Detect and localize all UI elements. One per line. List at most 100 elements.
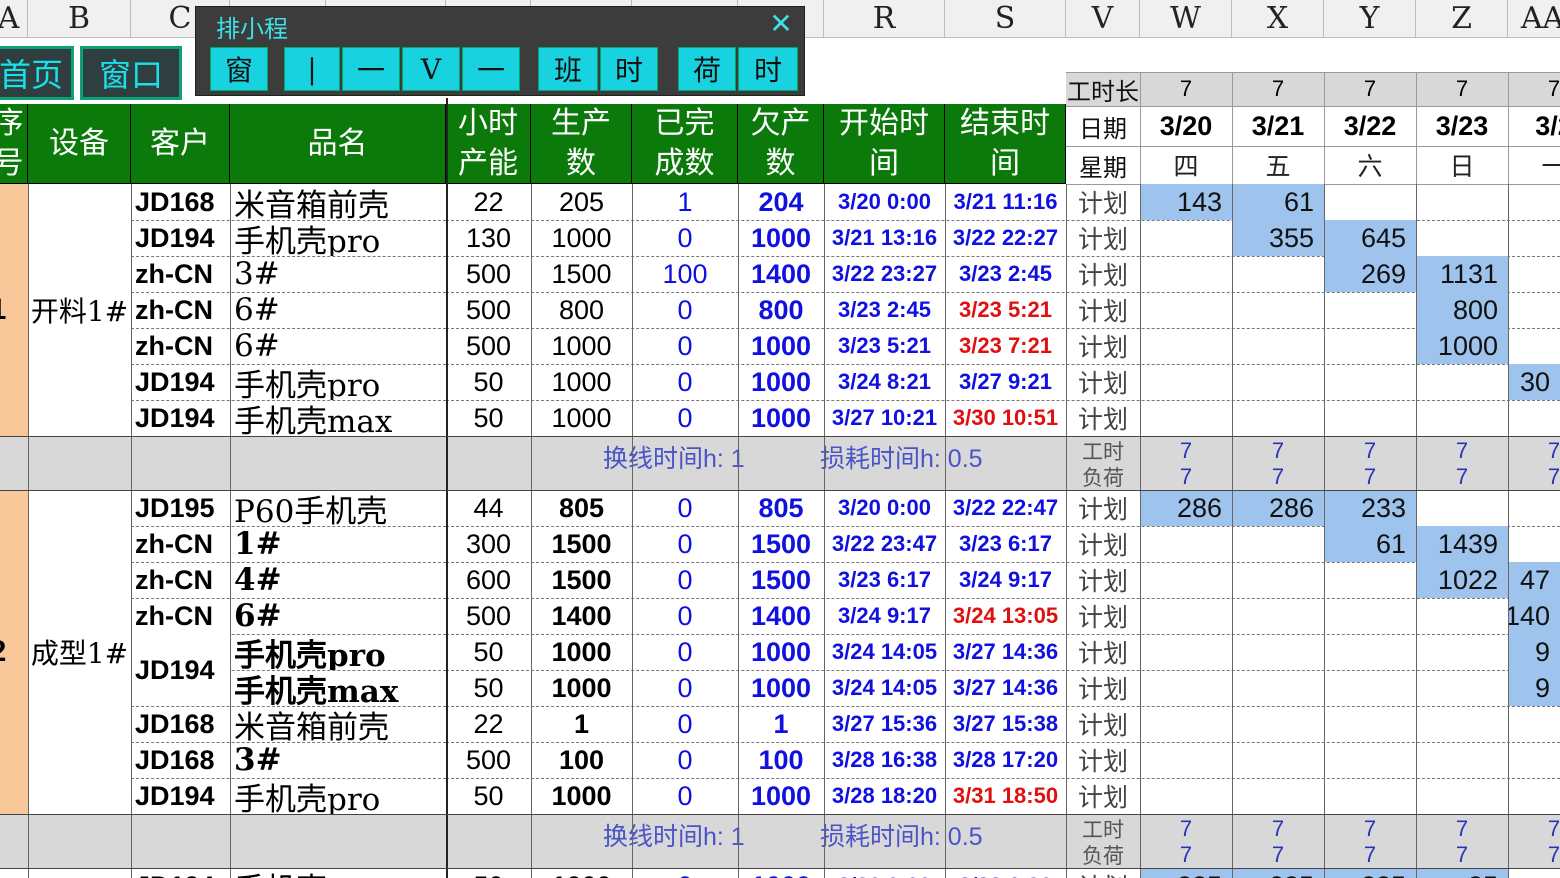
owed-qty[interactable]: 1000 — [738, 670, 824, 706]
customer-code[interactable]: JD194 — [131, 400, 230, 436]
header-cap[interactable]: 小时 产能 — [446, 104, 531, 184]
customer-code[interactable]: JD194 — [131, 364, 230, 400]
product-name[interactable]: 手机壳pro — [230, 220, 446, 257]
hourly-capacity[interactable]: 500 — [446, 598, 531, 634]
production-qty[interactable]: 805 — [531, 490, 632, 526]
schedule-cell[interactable] — [1232, 670, 1324, 706]
schedule-cell[interactable]: 140 — [1508, 598, 1560, 634]
product-name[interactable]: 手机壳 — [230, 868, 446, 878]
hourly-capacity[interactable]: 44 — [446, 490, 531, 526]
schedule-cell[interactable]: 235 — [1324, 868, 1416, 878]
production-qty[interactable]: 1000 — [531, 364, 632, 400]
start-time[interactable]: 3/27 15:36 — [824, 706, 945, 742]
completed-qty[interactable]: 0 — [632, 292, 738, 328]
schedule-cell[interactable] — [1508, 868, 1560, 878]
schedule-cell[interactable] — [1324, 400, 1416, 436]
production-qty[interactable]: 100 — [531, 742, 632, 778]
schedule-cell[interactable] — [1324, 778, 1416, 814]
hourly-capacity[interactable]: 50 — [446, 364, 531, 400]
schedule-cell[interactable] — [1416, 220, 1508, 256]
schedule-cell[interactable]: 355 — [1232, 220, 1324, 256]
completed-qty[interactable]: 0 — [632, 490, 738, 526]
product-name[interactable]: 手机壳pro — [230, 778, 446, 815]
toolbar-button-dash1[interactable]: 一 — [342, 47, 400, 91]
completed-qty[interactable]: 0 — [632, 328, 738, 364]
schedule-cell[interactable] — [1508, 490, 1560, 526]
schedule-cell[interactable] — [1140, 742, 1232, 778]
hourly-capacity[interactable]: 22 — [446, 184, 531, 220]
hourly-capacity[interactable]: 500 — [446, 328, 531, 364]
owed-qty[interactable]: 1000 — [738, 778, 824, 814]
header-owe[interactable]: 欠产数 — [738, 104, 824, 184]
schedule-cell[interactable] — [1232, 292, 1324, 328]
schedule-cell[interactable] — [1324, 364, 1416, 400]
schedule-cell[interactable]: 47 — [1508, 562, 1560, 598]
production-qty[interactable]: 1500 — [531, 562, 632, 598]
end-time[interactable]: 3/21 11:16 — [945, 184, 1066, 220]
customer-code[interactable]: JD195 — [131, 490, 230, 526]
toolbar-button-shift[interactable]: 班 — [538, 47, 598, 91]
production-qty[interactable]: 1000 — [531, 634, 632, 670]
product-name[interactable]: 手机壳max — [230, 670, 446, 707]
column-header-v[interactable]: V — [1066, 0, 1140, 38]
product-name[interactable]: 3# — [230, 742, 446, 778]
end-time[interactable]: 3/27 14:36 — [945, 634, 1066, 670]
customer-code[interactable]: zh-CN — [131, 562, 230, 598]
end-time[interactable]: 3/30 10:51 — [945, 400, 1066, 436]
schedule-cell[interactable] — [1508, 400, 1560, 436]
schedule-cell[interactable] — [1140, 706, 1232, 742]
completed-qty[interactable]: 0 — [632, 220, 738, 256]
customer-code[interactable]: JD168 — [131, 706, 230, 742]
end-time[interactable]: 3/24 9:17 — [945, 562, 1066, 598]
end-time[interactable]: 3/27 14:36 — [945, 670, 1066, 706]
customer-code[interactable]: zh-CN — [131, 328, 230, 364]
end-time[interactable]: 3/31 18:50 — [945, 778, 1066, 814]
schedule-cell[interactable]: 235 — [1232, 868, 1324, 878]
product-name[interactable]: P60手机壳 — [230, 490, 446, 527]
customer-code[interactable]: zh-CN — [131, 526, 230, 562]
schedule-cell[interactable]: 61 — [1232, 184, 1324, 220]
end-time[interactable]: 3/22 22:27 — [945, 220, 1066, 256]
end-time[interactable]: 3/27 15:38 — [945, 706, 1066, 742]
schedule-cell[interactable] — [1140, 328, 1232, 364]
schedule-cell[interactable] — [1324, 742, 1416, 778]
schedule-cell[interactable] — [1508, 526, 1560, 562]
completed-qty[interactable]: 0 — [632, 634, 738, 670]
owed-qty[interactable]: 1500 — [738, 526, 824, 562]
customer-code[interactable]: JD168 — [131, 184, 230, 220]
production-qty[interactable]: 1000 — [531, 868, 632, 878]
product-name[interactable]: 4# — [230, 562, 446, 598]
production-qty[interactable]: 1 — [531, 706, 632, 742]
schedule-cell[interactable] — [1140, 220, 1232, 256]
production-qty[interactable]: 1400 — [531, 598, 632, 634]
schedule-cell[interactable] — [1232, 778, 1324, 814]
customer-code[interactable]: zh-CN — [131, 292, 230, 328]
schedule-cell[interactable] — [1324, 706, 1416, 742]
schedule-cell[interactable]: 286 — [1140, 490, 1232, 526]
column-header-x[interactable]: X — [1232, 0, 1324, 38]
schedule-cell[interactable] — [1232, 634, 1324, 670]
schedule-cell[interactable] — [1140, 634, 1232, 670]
schedule-cell[interactable]: 1131 — [1416, 256, 1508, 292]
schedule-cell[interactable] — [1232, 598, 1324, 634]
customer-code[interactable]: JD168 — [131, 742, 230, 778]
hourly-capacity[interactable]: 130 — [446, 220, 531, 256]
schedule-cell[interactable] — [1508, 256, 1560, 292]
end-time[interactable]: 3/23 6:17 — [945, 526, 1066, 562]
product-name[interactable]: 手机壳pro — [230, 364, 446, 401]
product-name[interactable]: 米音箱前壳 — [230, 706, 446, 743]
hourly-capacity[interactable]: 50 — [446, 634, 531, 670]
production-qty[interactable]: 1000 — [531, 400, 632, 436]
start-time[interactable]: 3/28 18:20 — [824, 778, 945, 814]
owed-qty[interactable]: 1000 — [738, 634, 824, 670]
owed-qty[interactable]: 805 — [738, 490, 824, 526]
start-time[interactable]: 3/21 13:16 — [824, 220, 945, 256]
header-end[interactable]: 结束时间 — [945, 104, 1066, 184]
completed-qty[interactable]: 0 — [632, 706, 738, 742]
completed-qty[interactable]: 1 — [632, 184, 738, 220]
schedule-cell[interactable] — [1324, 184, 1416, 220]
schedule-cell[interactable] — [1416, 706, 1508, 742]
start-time[interactable]: 3/24 8:21 — [824, 364, 945, 400]
completed-qty[interactable]: 0 — [632, 526, 738, 562]
customer-code[interactable]: zh-CN — [131, 598, 230, 634]
